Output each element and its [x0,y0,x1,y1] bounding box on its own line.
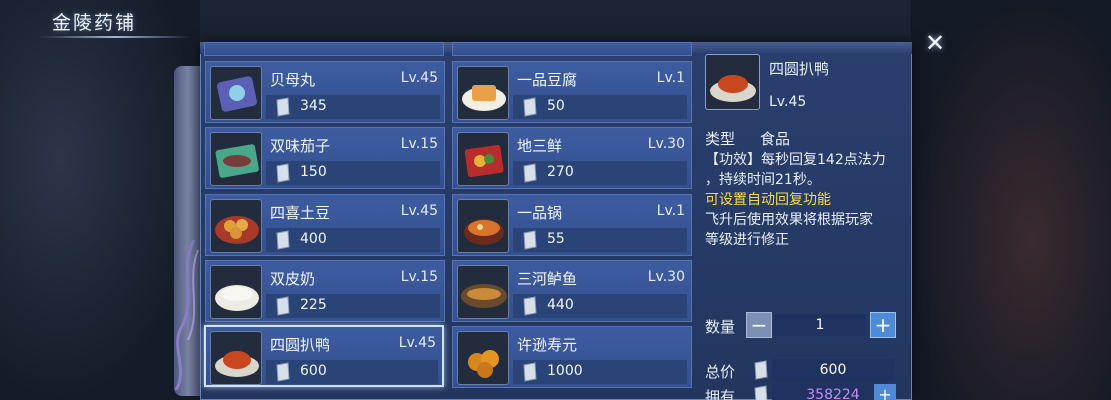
quantity-label: 数量 [705,318,736,336]
item-card-disanxian[interactable]: 地三鲜 Lv.30 270 [452,127,692,189]
silver-coin-icon [276,296,290,316]
item-card-partial[interactable] [452,42,692,56]
item-card-shuangpinai[interactable]: 双皮奶 Lv.15 225 [205,260,445,322]
item-name: 许逊寿元 [517,336,578,354]
silver-coin-icon [276,230,290,250]
silver-coin-icon [523,230,537,250]
ascension-note-1: 飞升后使用效果将根据玩家 [705,212,873,228]
detail-item-level: Lv.45 [769,94,807,110]
item-card-sixitudou[interactable]: 四喜土豆 Lv.45 400 [205,194,445,256]
item-name: 贝母丸 [270,71,316,89]
owned-label: 拥有 [705,388,736,400]
quantity-minus-button[interactable]: − [746,312,772,338]
item-card-shuangweiqiezi[interactable]: 双味茄子 Lv.15 150 [205,127,445,189]
item-level: Lv.30 [647,269,685,285]
roast-duck-icon [705,54,760,110]
price-bar [266,95,440,119]
effect-line-1: 【功效】每秒回复142点法力 [705,152,886,168]
price-bar [513,228,687,252]
item-name: 四喜土豆 [270,204,331,222]
item-name: 三河鲈鱼 [517,270,578,288]
item-price: 400 [300,231,327,247]
quantity-plus-button[interactable]: + [870,312,896,338]
type-value: 食品 [760,130,791,148]
price-bar [266,294,440,318]
item-card-yipindoufu[interactable]: 一品豆腐 Lv.1 50 [452,61,692,123]
price-bar [513,360,687,384]
silver-coin-icon [523,296,537,316]
item-name: 双味茄子 [270,137,331,155]
item-card-sanheluyu[interactable]: 三河鲈鱼 Lv.30 440 [452,260,692,322]
roast-duck-icon [210,331,262,385]
tofu-dish-icon [457,66,509,120]
silver-coin-icon [523,163,537,183]
silver-coin-icon [523,362,537,382]
potato-dish-icon [210,199,262,253]
longevity-fruit-icon [457,331,509,385]
item-level: Lv.1 [656,203,685,219]
fish-dish-icon [457,265,509,319]
close-x-icon[interactable]: ✕ [922,30,948,56]
price-bar [513,294,687,318]
type-label: 类型 [705,130,736,148]
item-name: 一品锅 [517,204,563,222]
item-price: 270 [547,164,574,180]
item-price: 600 [300,363,327,379]
silver-coin-icon [754,360,768,380]
item-name: 地三鲜 [517,137,563,155]
item-card-siyuanbaya[interactable]: 四圆扒鸭 Lv.45 600 [204,325,444,387]
total-price-label: 总价 [705,363,736,381]
total-price-value: 600 [772,359,894,381]
item-level: Lv.45 [400,70,438,86]
silver-coin-icon [276,362,290,382]
item-level: Lv.1 [656,70,685,86]
tassel-decoration [174,240,199,390]
item-price: 55 [547,231,565,247]
price-bar [266,161,440,185]
item-card-beimuwan[interactable]: 贝母丸 Lv.45 345 [205,61,445,123]
item-price: 1000 [547,363,583,379]
eggplant-dish-icon [210,132,262,186]
silver-coin-icon [276,97,290,117]
price-bar [513,161,687,185]
quantity-field[interactable]: 1 [774,314,866,336]
vegetable-dish-icon [457,132,509,186]
hotpot-icon [457,199,509,253]
item-card-partial[interactable] [204,42,444,56]
item-card-xuxunshouyuan[interactable]: 许逊寿元 1000 [452,326,692,388]
item-price: 225 [300,297,327,313]
item-level: Lv.45 [400,203,438,219]
add-currency-button[interactable]: + [874,384,896,400]
ascension-note-2: 等级进行修正 [705,232,789,248]
item-level: Lv.15 [400,269,438,285]
price-bar [266,228,440,252]
milk-pudding-icon [210,265,262,319]
title-underline [40,36,190,38]
item-name: 双皮奶 [270,270,316,288]
item-level: Lv.15 [400,136,438,152]
item-price: 440 [547,297,574,313]
item-price: 50 [547,98,565,114]
item-name: 四圆扒鸭 [270,336,331,354]
item-description: 【功效】每秒回复142点法力 ，持续时间21秒。 可设置自动回复功能 飞升后使用… [705,150,910,250]
shop-title: 金陵药铺 [52,12,137,34]
item-price: 150 [300,164,327,180]
silver-coin-icon [754,385,768,400]
herb-pouch-icon [210,66,262,120]
item-level: Lv.30 [647,136,685,152]
price-bar [513,95,687,119]
effect-line-2: ，持续时间21秒。 [705,172,821,188]
silver-coin-icon [523,97,537,117]
silver-coin-icon [276,163,290,183]
item-price: 345 [300,98,327,114]
auto-recover-note: 可设置自动回复功能 [705,192,831,208]
item-level: Lv.45 [398,335,436,351]
item-detail-panel: 四圆扒鸭 Lv.45 类型 食品 【功效】每秒回复142点法力 ，持续时间21秒… [700,48,910,400]
background-right [911,0,1111,400]
item-name: 一品豆腐 [517,71,578,89]
detail-item-name: 四圆扒鸭 [769,60,830,78]
item-card-yipinguo[interactable]: 一品锅 Lv.1 55 [452,194,692,256]
